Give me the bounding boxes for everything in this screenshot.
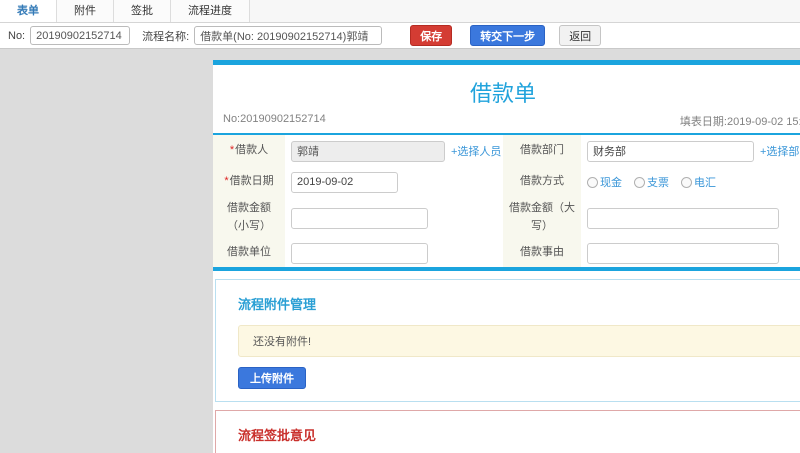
process-name-input[interactable] bbox=[194, 26, 383, 45]
loan-date-label: *借款日期 bbox=[213, 167, 285, 197]
approval-section-title: 流程签批意见 bbox=[238, 428, 317, 443]
app-window: 表单 附件 签批 流程进度 No: 流程名称: 保存 转交下一步 返回 借款单 … bbox=[0, 0, 800, 453]
attachments-section-title: 流程附件管理 bbox=[238, 297, 317, 312]
department-input[interactable] bbox=[587, 140, 754, 162]
upload-attachment-button[interactable]: 上传附件 bbox=[238, 367, 306, 389]
no-input[interactable] bbox=[30, 26, 131, 45]
department-label: 借款部门 bbox=[503, 135, 581, 167]
tab-form[interactable]: 表单 bbox=[0, 0, 57, 22]
tab-progress[interactable]: 流程进度 bbox=[171, 0, 250, 22]
select-department-link[interactable]: +选择部门 bbox=[760, 143, 800, 159]
radio-cheque[interactable]: 支票 bbox=[634, 174, 669, 190]
loan-form-card: 借款单 No:20190902152714 填表日期:2019-09-02 15… bbox=[213, 60, 800, 453]
toolbar: No: 流程名称: 保存 转交下一步 返回 bbox=[0, 23, 800, 49]
form-row-amount: 借款金额（小写） 借款金额（大写） bbox=[213, 197, 800, 239]
tab-signoff[interactable]: 签批 bbox=[114, 0, 171, 22]
approval-panel: 流程签批意见 B I abc bbox=[215, 410, 800, 453]
required-mark: * bbox=[229, 144, 235, 157]
form-row-borrower: *借款人 +选择人员 借款部门 +选择部门 bbox=[213, 135, 800, 167]
amount-uppercase-label: 借款金额（大写） bbox=[503, 197, 581, 239]
borrower-input[interactable] bbox=[291, 140, 445, 162]
radio-circle-icon bbox=[587, 176, 598, 188]
form-row-date-method: *借款日期 借款方式 现金 支票 bbox=[213, 167, 800, 197]
radio-wire-transfer[interactable]: 电汇 bbox=[681, 174, 716, 190]
process-name-label: 流程名称: bbox=[142, 30, 190, 43]
main-area: 借款单 No:20190902152714 填表日期:2019-09-02 15… bbox=[0, 49, 800, 453]
loan-reason-input[interactable] bbox=[587, 242, 779, 264]
radio-circle-icon bbox=[634, 176, 645, 188]
loan-date-input[interactable] bbox=[291, 171, 398, 193]
amount-lowercase-input[interactable] bbox=[291, 207, 428, 229]
radio-cash[interactable]: 现金 bbox=[587, 174, 622, 190]
form-title: 借款单 bbox=[469, 81, 536, 106]
form-meta-row: No:20190902152714 填表日期:2019-09-02 15:27:… bbox=[213, 113, 800, 133]
loan-unit-label: 借款单位 bbox=[213, 239, 285, 267]
save-button[interactable]: 保存 bbox=[410, 25, 453, 46]
amount-uppercase-input[interactable] bbox=[587, 207, 779, 229]
form-date-text: 填表日期:2019-09-02 15:27:1 bbox=[679, 116, 800, 128]
select-person-link[interactable]: +选择人员 bbox=[451, 143, 501, 159]
form-no-text: No:20190902152714 bbox=[223, 113, 326, 125]
radio-circle-icon bbox=[681, 176, 692, 188]
attachments-panel: 流程附件管理 还没有附件! 上传附件 bbox=[215, 279, 800, 402]
loan-reason-label: 借款事由 bbox=[503, 239, 581, 267]
forward-next-step-button[interactable]: 转交下一步 bbox=[470, 25, 546, 46]
form-row-unit-reason: 借款单位 借款事由 bbox=[213, 239, 800, 267]
no-attachments-message: 还没有附件! bbox=[238, 325, 800, 357]
tab-bar: 表单 附件 签批 流程进度 bbox=[0, 0, 800, 23]
required-mark: * bbox=[224, 175, 229, 188]
amount-lowercase-label: 借款金额（小写） bbox=[213, 197, 285, 239]
tab-attachments[interactable]: 附件 bbox=[57, 0, 114, 22]
no-label: No: bbox=[8, 29, 26, 42]
back-button[interactable]: 返回 bbox=[559, 25, 602, 46]
loan-unit-input[interactable] bbox=[291, 242, 428, 264]
loan-method-label: 借款方式 bbox=[503, 167, 581, 197]
card-bottom-bar bbox=[213, 267, 800, 271]
borrower-label: *借款人 bbox=[213, 135, 285, 167]
